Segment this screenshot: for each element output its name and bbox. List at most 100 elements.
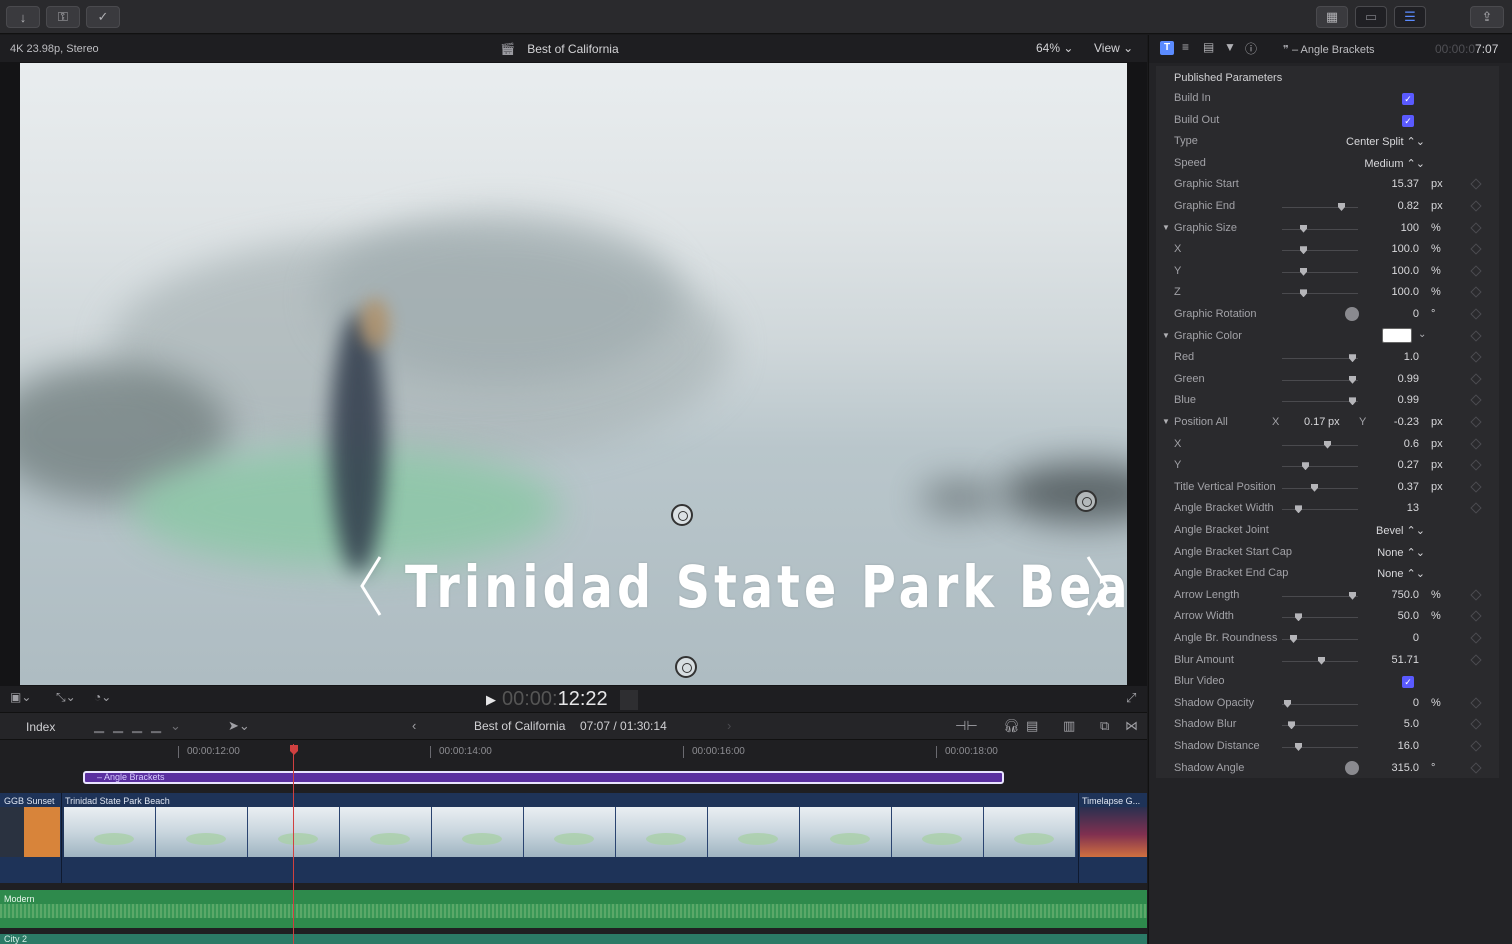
disclosure-triangle-icon[interactable]: ▼: [1162, 223, 1170, 232]
param-slider[interactable]: [1282, 613, 1358, 622]
overlay-title-text[interactable]: Trinidad State Park Beach: [405, 553, 1127, 621]
param-value[interactable]: 0.82: [1398, 200, 1419, 212]
param-popup[interactable]: Medium ⌃⌄: [1364, 157, 1425, 170]
solo-button[interactable]: ▤: [1026, 718, 1038, 734]
slider-knob[interactable]: [1295, 505, 1302, 514]
keyframe-icon[interactable]: [1470, 329, 1482, 342]
play-icon[interactable]: ▶: [486, 692, 496, 708]
slider-knob[interactable]: [1324, 440, 1331, 449]
disclosure-triangle-icon[interactable]: ▼: [1162, 417, 1170, 426]
param-slider[interactable]: [1282, 267, 1358, 276]
position-control-handle[interactable]: [1075, 490, 1097, 512]
param-popup[interactable]: Bevel ⌃⌄: [1376, 524, 1425, 537]
keywords-button[interactable]: ⚿: [46, 6, 80, 28]
keyframe-icon[interactable]: [1470, 351, 1482, 363]
slider-knob[interactable]: [1349, 354, 1356, 363]
title-inspector-tab[interactable]: ≡: [1182, 40, 1189, 54]
slider-knob[interactable]: [1295, 613, 1302, 622]
param-value[interactable]: 750.0: [1391, 589, 1419, 601]
keyframe-icon[interactable]: [1470, 632, 1482, 644]
slider-knob[interactable]: [1300, 267, 1307, 276]
connect-icon[interactable]: ▁: [94, 718, 113, 733]
param-popup[interactable]: None ⌃⌄: [1377, 546, 1425, 559]
param-slider[interactable]: [1282, 440, 1358, 449]
slider-knob[interactable]: [1284, 699, 1291, 708]
slider-knob[interactable]: [1338, 203, 1345, 211]
overwrite-icon[interactable]: ▁⌄: [151, 718, 190, 733]
keyframe-icon[interactable]: [1470, 394, 1482, 407]
param-value[interactable]: 15.37: [1391, 178, 1419, 190]
title-clip[interactable]: – Angle Brackets: [83, 771, 1004, 784]
param-value[interactable]: 0: [1413, 697, 1419, 709]
param-value[interactable]: 0.99: [1398, 373, 1419, 385]
keyframe-icon[interactable]: [1470, 373, 1482, 385]
param-slider[interactable]: [1282, 721, 1358, 730]
keyframe-icon[interactable]: [1470, 610, 1482, 623]
param-slider[interactable]: [1282, 591, 1358, 600]
keyframe-icon[interactable]: [1470, 718, 1482, 731]
param-slider[interactable]: [1282, 224, 1358, 233]
clip-thumbnail[interactable]: [984, 807, 1076, 857]
param-slider[interactable]: [1282, 699, 1358, 708]
clip-thumbnail[interactable]: [892, 807, 984, 857]
slider-knob[interactable]: [1288, 721, 1295, 730]
clip-thumbnail[interactable]: [432, 807, 524, 857]
audio-skimming-button[interactable]: 🎧︎: [1003, 718, 1020, 734]
slider-knob[interactable]: [1349, 375, 1356, 384]
param-slider[interactable]: [1282, 289, 1358, 298]
clip-appearance-button[interactable]: ▥: [1063, 718, 1075, 734]
param-value[interactable]: 50.0: [1398, 610, 1419, 622]
playhead-marker[interactable]: [290, 745, 298, 755]
index-button[interactable]: Index: [26, 720, 55, 734]
transform-tool-button[interactable]: ⤡⌄: [56, 690, 76, 705]
fullscreen-button[interactable]: ⤢: [1126, 690, 1136, 706]
clip-thumbnail[interactable]: [64, 807, 156, 857]
effects-browser-button[interactable]: ⧉: [1100, 718, 1109, 734]
slider-knob[interactable]: [1290, 635, 1297, 643]
keyframe-icon[interactable]: [1470, 416, 1482, 428]
param-value[interactable]: 100: [1401, 222, 1419, 234]
keyframe-icon[interactable]: [1470, 243, 1482, 255]
slider-knob[interactable]: [1295, 743, 1302, 751]
back-button[interactable]: ‹: [412, 718, 416, 733]
keyframe-icon[interactable]: [1470, 286, 1482, 299]
param-value[interactable]: 1.0: [1404, 351, 1419, 363]
color-inspector-tab[interactable]: ▼: [1224, 40, 1236, 54]
keyframe-icon[interactable]: [1470, 221, 1482, 234]
param-value[interactable]: 16.0: [1398, 740, 1419, 752]
inspector-toggle-button[interactable]: ☰: [1394, 6, 1426, 28]
param-checkbox[interactable]: ✓: [1402, 114, 1414, 127]
param-value[interactable]: 5.0: [1404, 718, 1419, 730]
slider-knob[interactable]: [1318, 656, 1325, 665]
param-checkbox[interactable]: ✓: [1402, 676, 1414, 689]
zoom-menu[interactable]: 64% ⌄: [1036, 41, 1073, 55]
view-menu[interactable]: View ⌄: [1094, 41, 1133, 55]
text-inspector-tab[interactable]: T: [1160, 41, 1174, 55]
param-value[interactable]: 0: [1413, 308, 1419, 320]
color-swatch[interactable]: [1382, 327, 1412, 343]
video-inspector-tab[interactable]: ▤: [1203, 40, 1214, 54]
select-tool-button[interactable]: ➤⌄: [228, 718, 250, 734]
param-value[interactable]: 51.71: [1391, 654, 1419, 666]
param-slider[interactable]: [1282, 505, 1358, 514]
import-button[interactable]: ↓: [6, 6, 40, 28]
keyframe-icon[interactable]: [1470, 740, 1482, 752]
param-checkbox[interactable]: ✓: [1402, 93, 1414, 105]
audio-clip[interactable]: City 2: [0, 934, 1147, 944]
timeline[interactable]: 00:00:12:00 00:00:14:00 00:00:16:00 00:0…: [0, 740, 1147, 944]
retime-button[interactable]: ◔⌄: [94, 690, 111, 704]
param-slider[interactable]: [1282, 656, 1358, 665]
slider-knob[interactable]: [1349, 397, 1356, 406]
param-popup[interactable]: None ⌃⌄: [1377, 567, 1425, 580]
clip-thumbnail[interactable]: [248, 807, 340, 857]
clip-thumbnail[interactable]: [708, 807, 800, 857]
keyframe-icon[interactable]: [1470, 437, 1482, 450]
disclosure-triangle-icon[interactable]: ▼: [1162, 331, 1170, 340]
clip-thumbnail[interactable]: [156, 807, 248, 857]
param-value[interactable]: 100.0: [1391, 243, 1419, 255]
rotation-dial[interactable]: [1345, 760, 1359, 775]
slider-knob[interactable]: [1300, 224, 1307, 233]
keyframe-icon[interactable]: [1470, 653, 1482, 666]
insert-icon[interactable]: ▁: [113, 718, 132, 733]
param-value[interactable]: 100.0: [1391, 265, 1419, 277]
